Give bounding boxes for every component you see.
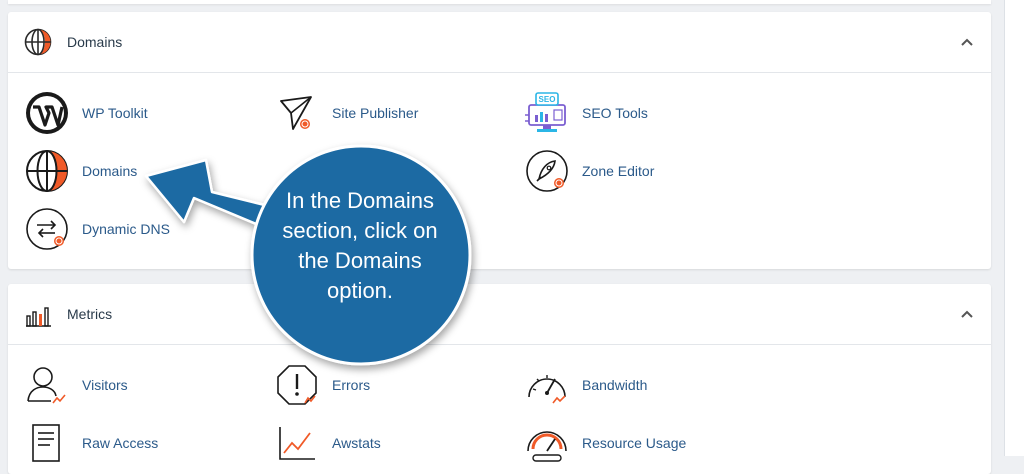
- error-octagon-icon: [277, 365, 317, 405]
- callout-line: section, click on: [282, 218, 438, 243]
- seo-monitor-icon: SEO: [525, 92, 566, 132]
- resource-usage-label: Resource Usage: [582, 435, 687, 451]
- chevron-up-icon[interactable]: [959, 306, 975, 322]
- site-publisher-label: Site Publisher: [332, 105, 419, 121]
- zone-editor-item[interactable]: Zone Editor: [524, 149, 654, 193]
- visitors-label: Visitors: [82, 377, 128, 393]
- seo-tools-label: SEO Tools: [582, 105, 648, 121]
- svg-text:SEO: SEO: [539, 95, 556, 104]
- domains-item[interactable]: Domains: [24, 149, 137, 193]
- metrics-panel: Metrics Visitors Errors Bandwidth Raw Ac…: [8, 284, 991, 474]
- callout-line: option.: [326, 278, 394, 303]
- raw-access-label: Raw Access: [82, 435, 159, 451]
- errors-label: Errors: [332, 377, 371, 393]
- bar-chart-icon: [26, 307, 51, 327]
- user-chart-icon: [27, 367, 66, 404]
- paper-plane-icon: [280, 96, 312, 130]
- dynamic-dns-item[interactable]: Dynamic DNS: [24, 207, 170, 251]
- wp-toolkit-label: WP Toolkit: [82, 105, 148, 121]
- visitors-item[interactable]: Visitors: [24, 363, 128, 407]
- callout-text: In the Domains section, click on the Dom…: [260, 186, 460, 306]
- awstats-item[interactable]: Awstats: [274, 421, 381, 465]
- site-publisher-item[interactable]: Site Publisher: [274, 91, 418, 135]
- wp-toolkit-item[interactable]: WP Toolkit: [24, 91, 148, 135]
- chevron-up-icon[interactable]: [959, 34, 975, 50]
- resource-usage-item[interactable]: Resource Usage: [524, 421, 686, 465]
- bandwidth-label: Bandwidth: [582, 377, 648, 393]
- domains-label: Domains: [82, 163, 138, 179]
- errors-item[interactable]: Errors: [274, 363, 370, 407]
- document-icon: [32, 424, 60, 462]
- exchange-arrows-icon: [26, 208, 68, 250]
- domains-panel-title: Domains: [67, 34, 123, 50]
- rocket-icon: [526, 150, 568, 192]
- bandwidth-item[interactable]: Bandwidth: [524, 363, 647, 407]
- globe-icon: [26, 150, 68, 192]
- previous-panel-edge: [8, 0, 991, 4]
- raw-access-item[interactable]: Raw Access: [24, 421, 158, 465]
- wordpress-icon: [26, 92, 68, 134]
- metrics-panel-header[interactable]: Metrics: [8, 284, 991, 345]
- metrics-panel-title: Metrics: [67, 306, 113, 322]
- dynamic-dns-label: Dynamic DNS: [82, 221, 170, 237]
- callout-line: the Domains: [298, 248, 422, 273]
- speedometer-icon: [527, 431, 567, 462]
- scrollbar-track[interactable]: [1004, 0, 1024, 456]
- callout-line: In the Domains: [286, 188, 434, 213]
- gauge-icon: [528, 375, 566, 404]
- seo-tools-item[interactable]: SEO SEO Tools: [524, 91, 648, 135]
- zone-editor-label: Zone Editor: [582, 163, 655, 179]
- line-chart-icon: [279, 427, 315, 460]
- awstats-label: Awstats: [332, 435, 381, 451]
- domains-panel: Domains WP Toolkit Site Publisher SEO SE…: [8, 12, 991, 269]
- domains-panel-header[interactable]: Domains: [8, 12, 991, 73]
- globe-icon: [24, 28, 52, 56]
